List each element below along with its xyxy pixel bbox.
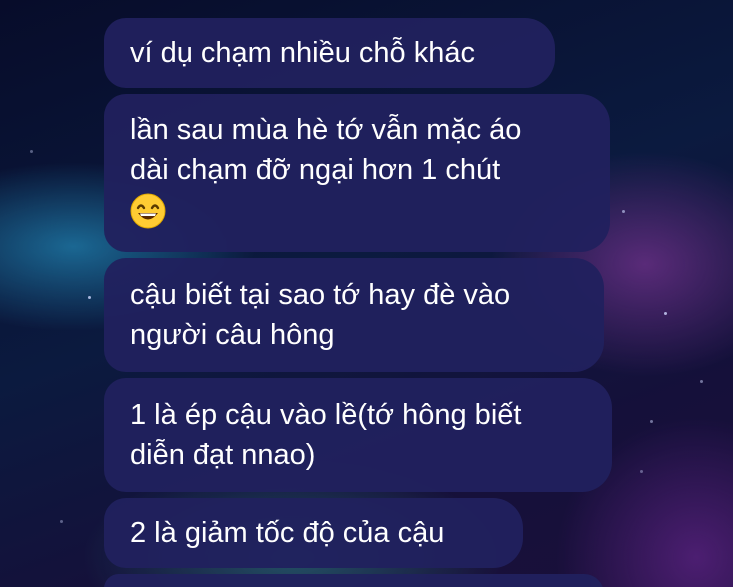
star-dot xyxy=(88,296,91,299)
star-dot xyxy=(30,150,33,153)
message-text: 2 là giảm tốc độ của cậu xyxy=(130,517,445,549)
star-dot xyxy=(622,210,625,213)
message-text: cậu biết tại sao tớ hay đè vào người câu… xyxy=(130,279,511,351)
star-dot xyxy=(60,520,63,523)
star-dot xyxy=(650,420,653,423)
message-text: 1 là ép cậu vào lề(tớ hông biết diễn đạt… xyxy=(130,399,522,471)
message-bubble[interactable]: cậu biết tại sao tớ hay đè vào người câu… xyxy=(104,258,604,372)
grinning-face-smiling-eyes-icon xyxy=(130,193,166,229)
message-bubble[interactable]: lần sau mùa hè tớ vẫn mặc áo dài chạm đỡ… xyxy=(104,94,610,252)
star-dot xyxy=(640,470,643,473)
message-text: lần sau mùa hè tớ vẫn mặc áo dài chạm đỡ… xyxy=(130,114,522,186)
message-bubble[interactable]: 1 là ép cậu vào lề(tớ hông biết diễn đạt… xyxy=(104,378,612,492)
message-bubble[interactable]: 2 là giảm tốc độ của cậu xyxy=(104,498,523,568)
message-text: ví dụ chạm nhiều chỗ khác xyxy=(130,37,475,69)
star-dot xyxy=(664,312,667,315)
star-dot xyxy=(700,380,703,383)
message-bubble-partial[interactable] xyxy=(104,574,604,587)
message-bubble[interactable]: ví dụ chạm nhiều chỗ khác xyxy=(104,18,555,88)
